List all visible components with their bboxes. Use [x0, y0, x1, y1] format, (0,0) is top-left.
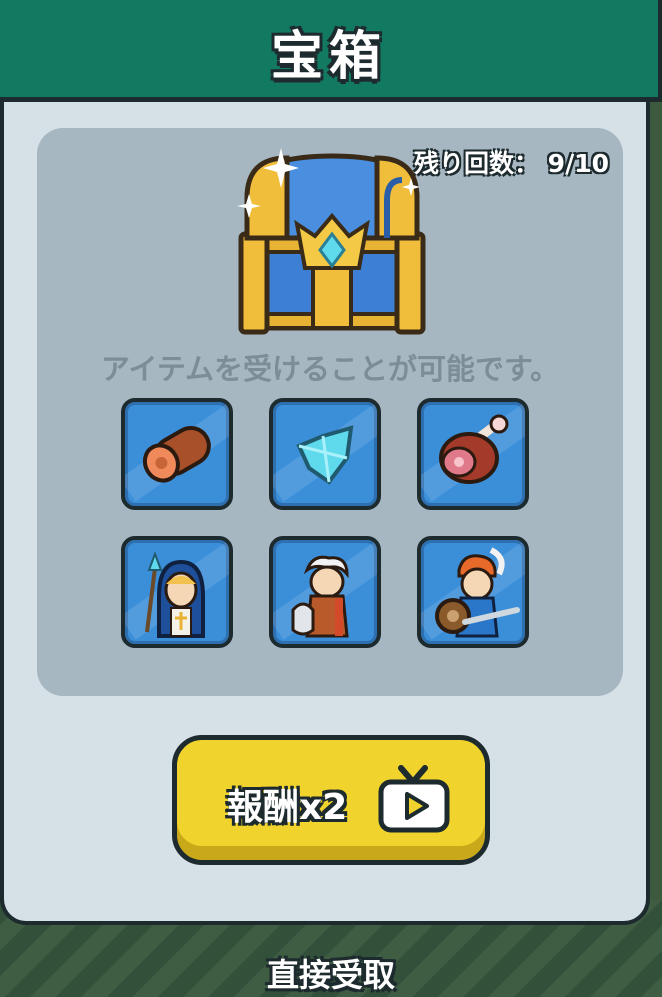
item-slot-wood[interactable]	[121, 398, 233, 510]
wood-log-icon	[142, 425, 211, 483]
item-slot-knight[interactable]	[417, 536, 529, 648]
reward-x2-button[interactable]: 報酬x2	[172, 735, 490, 865]
page-title: 宝箱	[270, 27, 387, 87]
knight-hero-icon	[435, 547, 520, 638]
item-slot-meat[interactable]	[417, 398, 529, 510]
axe-warrior-hero-icon	[291, 555, 349, 638]
crystal-icon	[296, 425, 354, 485]
item-slot-crystal[interactable]	[269, 398, 381, 510]
meat-icon	[439, 414, 509, 484]
item-slot-axe-warrior[interactable]	[269, 536, 381, 648]
treasure-chest-dialog: 残り回数： 9/10 アイテムを受けることが可能です。 報酬x2	[0, 0, 650, 925]
item-slot-priestess[interactable]	[121, 536, 233, 648]
priestess-hero-icon	[145, 551, 205, 638]
reward-panel: 残り回数： 9/10 アイテムを受けることが可能です。	[37, 128, 623, 696]
direct-receive-link[interactable]: 直接受取	[0, 950, 662, 996]
description-text: アイテムを受けることが可能です。	[100, 352, 560, 386]
treasure-chest-icon	[237, 148, 426, 335]
reward-x2-label: 報酬x2	[227, 787, 348, 828]
remaining-count: 残り回数： 9/10	[414, 144, 609, 180]
header-bar: 宝箱	[0, 0, 662, 102]
remaining-count-value: 9/10	[547, 149, 609, 178]
reward-item-grid	[121, 398, 537, 653]
tv-ad-icon	[378, 765, 450, 833]
